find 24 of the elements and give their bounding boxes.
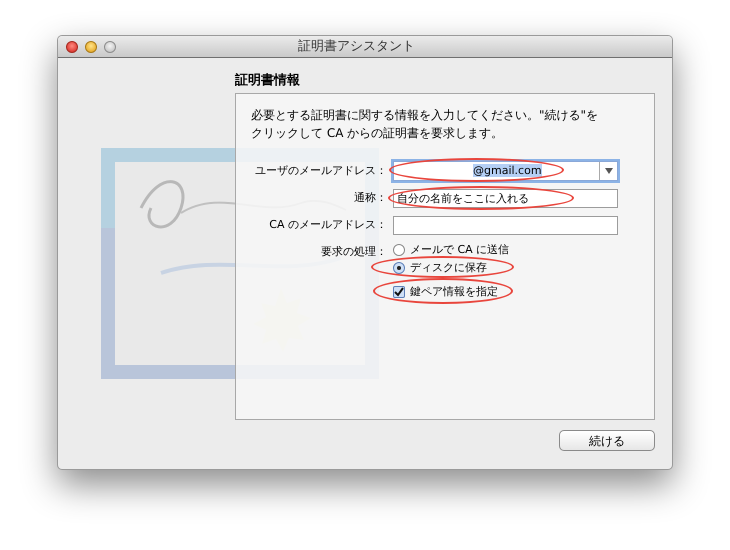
email-combo-box[interactable]: @gmail.com [393, 161, 618, 181]
radio-label: ディスクに保存 [410, 260, 487, 276]
radio-button[interactable] [393, 262, 405, 274]
text-field[interactable] [393, 216, 618, 235]
checkbox[interactable] [393, 286, 405, 298]
section-title: 証明書情報 [235, 72, 301, 90]
zoom-icon[interactable] [104, 40, 116, 52]
minimize-icon[interactable] [85, 40, 97, 52]
radio-button[interactable] [393, 244, 405, 256]
field-label: 通称： [353, 190, 387, 206]
radio-label: メールで CA に送信 [410, 242, 510, 258]
intro-text: クリックして CA からの証明書を要求します。 [251, 125, 504, 142]
dropdown-arrow-icon[interactable] [604, 168, 612, 174]
field-label: ユーザのメールアドレス： [254, 162, 387, 179]
window-title: 証明書アシスタント [298, 38, 415, 56]
field-label: CA のメールアドレス： [268, 217, 387, 234]
checkbox-label: 鍵ペア情報を指定 [410, 284, 498, 300]
continue-button[interactable]: 続ける [559, 430, 655, 451]
text-field[interactable]: 自分の名前をここに入れる [393, 189, 618, 208]
close-icon[interactable] [66, 40, 78, 52]
intro-text: 必要とする証明書に関する情報を入力してください。"続ける"を [251, 107, 598, 124]
field-label: 要求の処理： [320, 244, 387, 260]
check-icon [394, 287, 404, 297]
selected-text: @gmail.com [473, 164, 542, 177]
